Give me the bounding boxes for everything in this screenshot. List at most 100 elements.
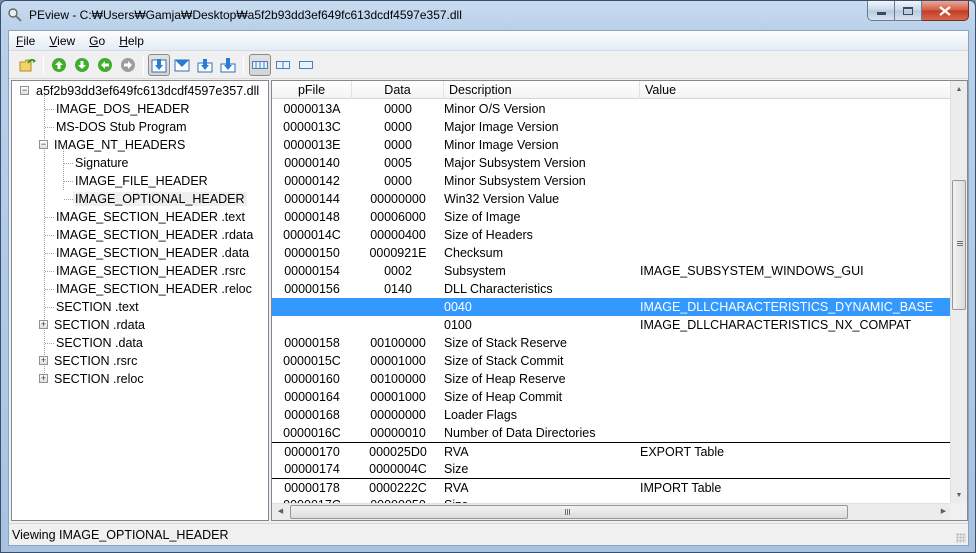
- tree-item-image-nt-headers[interactable]: − IMAGE_NT_HEADERS: [39, 136, 187, 154]
- tree-item-label: SECTION .rsrc: [54, 354, 138, 368]
- tree-item-section-rsrc[interactable]: + SECTION .rsrc: [39, 352, 139, 370]
- tree-item-section-reloc[interactable]: + SECTION .reloc: [39, 370, 146, 388]
- view-qword-button[interactable]: [217, 54, 239, 76]
- menu-file[interactable]: File: [9, 31, 42, 51]
- two-cell-icon: [276, 61, 290, 69]
- go-forward-button[interactable]: [117, 54, 139, 76]
- cell-pfile: 00000140: [284, 156, 340, 170]
- cell-description: Subsystem: [444, 264, 506, 278]
- scroll-down-arrow-icon[interactable]: ▼: [951, 487, 967, 504]
- table-row[interactable]: 00000150 0000921E Checksum: [272, 244, 952, 262]
- blue-down-bar-icon: [220, 58, 236, 73]
- table-row[interactable]: 00000164 00001000 Size of Heap Commit: [272, 388, 952, 406]
- menu-view[interactable]: View: [42, 31, 82, 51]
- tree-item-root[interactable]: − a5f2b93dd3ef649fc613dcdf4597e357.dll: [20, 82, 261, 100]
- scrollbar-corner: [950, 503, 967, 520]
- tree-item-section-header-rdata[interactable]: IMAGE_SECTION_HEADER .rdata: [54, 226, 255, 244]
- go-back-button[interactable]: [94, 54, 116, 76]
- expand-icon[interactable]: +: [39, 356, 48, 365]
- vertical-scroll-thumb[interactable]: [952, 180, 966, 310]
- expand-icon[interactable]: +: [39, 374, 48, 383]
- minimize-button[interactable]: [867, 1, 895, 21]
- window-title: PEview - C:₩Users₩Gamja₩Desktop₩a5f2b93d…: [29, 8, 462, 22]
- go-up-button[interactable]: [48, 54, 70, 76]
- go-down-button[interactable]: [71, 54, 93, 76]
- tree-item-section-header-text[interactable]: IMAGE_SECTION_HEADER .text: [54, 208, 247, 226]
- address-va-button[interactable]: [295, 54, 317, 76]
- address-rva-button[interactable]: [272, 54, 294, 76]
- menu-help[interactable]: Help: [112, 31, 151, 51]
- tree-item-section-text[interactable]: SECTION .text: [54, 298, 141, 316]
- maximize-button[interactable]: [895, 1, 922, 21]
- tree-item-signature[interactable]: Signature: [73, 154, 131, 172]
- column-header-data[interactable]: Data: [352, 81, 444, 99]
- table-row[interactable]: 0000013A 0000 Minor O/S Version: [272, 100, 952, 118]
- table-row[interactable]: 00000144 00000000 Win32 Version Value: [272, 190, 952, 208]
- title-bar[interactable]: PEview - C:₩Users₩Gamja₩Desktop₩a5f2b93d…: [1, 1, 975, 30]
- collapse-icon[interactable]: −: [39, 140, 48, 149]
- table-row[interactable]: 00000178 0000222C RVA IMPORT Table: [272, 478, 952, 496]
- horizontal-scroll-thumb[interactable]: [290, 505, 848, 519]
- tree-item-label: SECTION .text: [56, 300, 139, 314]
- collapse-icon[interactable]: −: [20, 86, 29, 95]
- table-row[interactable]: 00000170 000025D0 RVA EXPORT Table: [272, 442, 952, 460]
- cell-description: Minor Image Version: [444, 138, 559, 152]
- table-row[interactable]: 0100 IMAGE_DLLCHARACTERISTICS_NX_COMPAT: [272, 316, 952, 334]
- tree-view[interactable]: − a5f2b93dd3ef649fc613dcdf4597e357.dll I…: [11, 80, 269, 521]
- table-row[interactable]: 0000013E 0000 Minor Image Version: [272, 136, 952, 154]
- vertical-scrollbar[interactable]: ▲ ▼: [950, 81, 967, 504]
- toolbar-separator: [43, 55, 44, 75]
- tree-item-section-data[interactable]: SECTION .data: [54, 334, 145, 352]
- table-row[interactable]: 00000160 00100000 Size of Heap Reserve: [272, 370, 952, 388]
- cell-value: EXPORT Table: [640, 445, 725, 459]
- tree-connector: [64, 181, 73, 182]
- one-cell-icon: [299, 61, 313, 69]
- table-row[interactable]: 0000014C 00000400 Size of Headers: [272, 226, 952, 244]
- table-row[interactable]: 00000148 00006000 Size of Image: [272, 208, 952, 226]
- table-row[interactable]: 0000015C 00001000 Size of Stack Commit: [272, 352, 952, 370]
- tree-item-section-header-data[interactable]: IMAGE_SECTION_HEADER .data: [54, 244, 251, 262]
- cell-pfile: 00000150: [284, 246, 340, 260]
- view-word-button[interactable]: [171, 54, 193, 76]
- tree-item-section-header-rsrc[interactable]: IMAGE_SECTION_HEADER .rsrc: [54, 262, 248, 280]
- details-list[interactable]: pFile Data Description Value 0000013A 000…: [271, 80, 968, 521]
- menu-go-label: o: [98, 34, 106, 48]
- table-row[interactable]: 00000140 0005 Major Subsystem Version: [272, 154, 952, 172]
- open-file-button[interactable]: [17, 54, 39, 76]
- tree-item-section-header-reloc[interactable]: IMAGE_SECTION_HEADER .reloc: [54, 280, 254, 298]
- table-row[interactable]: 00000142 0000 Minor Subsystem Version: [272, 172, 952, 190]
- tree-item-ms-dos-stub[interactable]: MS-DOS Stub Program: [54, 118, 189, 136]
- cell-pfile: 0000013E: [283, 138, 341, 152]
- cell-pfile: 00000174: [284, 462, 340, 476]
- column-header-pfile[interactable]: pFile: [272, 81, 352, 99]
- table-row[interactable]: 00000168 00000000 Loader Flags: [272, 406, 952, 424]
- view-byte-button[interactable]: [148, 54, 170, 76]
- resize-grip[interactable]: [956, 533, 966, 543]
- table-row[interactable]: 00000174 0000004C Size: [272, 460, 952, 478]
- table-row[interactable]: 0040 IMAGE_DLLCHARACTERISTICS_DYNAMIC_BAS…: [272, 298, 952, 316]
- scroll-left-arrow-icon[interactable]: ◀: [272, 504, 289, 520]
- expand-icon[interactable]: +: [39, 320, 48, 329]
- scroll-up-arrow-icon[interactable]: ▲: [951, 81, 967, 98]
- cell-description: Size of Stack Reserve: [444, 336, 567, 350]
- table-row[interactable]: 0000013C 0000 Major Image Version: [272, 118, 952, 136]
- close-button[interactable]: [922, 1, 969, 21]
- tree-item-image-dos-header[interactable]: IMAGE_DOS_HEADER: [54, 100, 191, 118]
- status-bar: Viewing IMAGE_OPTIONAL_HEADER: [9, 523, 968, 545]
- green-arrow-left-icon: [98, 58, 112, 72]
- cell-data: 00001000: [370, 354, 426, 368]
- view-dword-button[interactable]: [194, 54, 216, 76]
- tree-item-section-rdata[interactable]: + SECTION .rdata: [39, 316, 147, 334]
- table-row[interactable]: 00000158 00100000 Size of Stack Reserve: [272, 334, 952, 352]
- horizontal-scrollbar[interactable]: ◀ ▶: [272, 503, 952, 520]
- tree-item-image-optional-header[interactable]: IMAGE_OPTIONAL_HEADER: [73, 190, 247, 208]
- cell-data: 00001000: [370, 390, 426, 404]
- table-row[interactable]: 00000156 0140 DLL Characteristics: [272, 280, 952, 298]
- address-file-button[interactable]: [249, 54, 271, 76]
- tree-item-image-file-header[interactable]: IMAGE_FILE_HEADER: [73, 172, 210, 190]
- menu-go[interactable]: Go: [82, 31, 112, 51]
- table-row[interactable]: 00000154 0002 Subsystem IMAGE_SUBSYSTEM_WIN…: [272, 262, 952, 280]
- column-header-description[interactable]: Description: [444, 81, 640, 99]
- column-header-value[interactable]: Value: [640, 81, 952, 99]
- table-row[interactable]: 0000016C 00000010 Number of Data Directori…: [272, 424, 952, 442]
